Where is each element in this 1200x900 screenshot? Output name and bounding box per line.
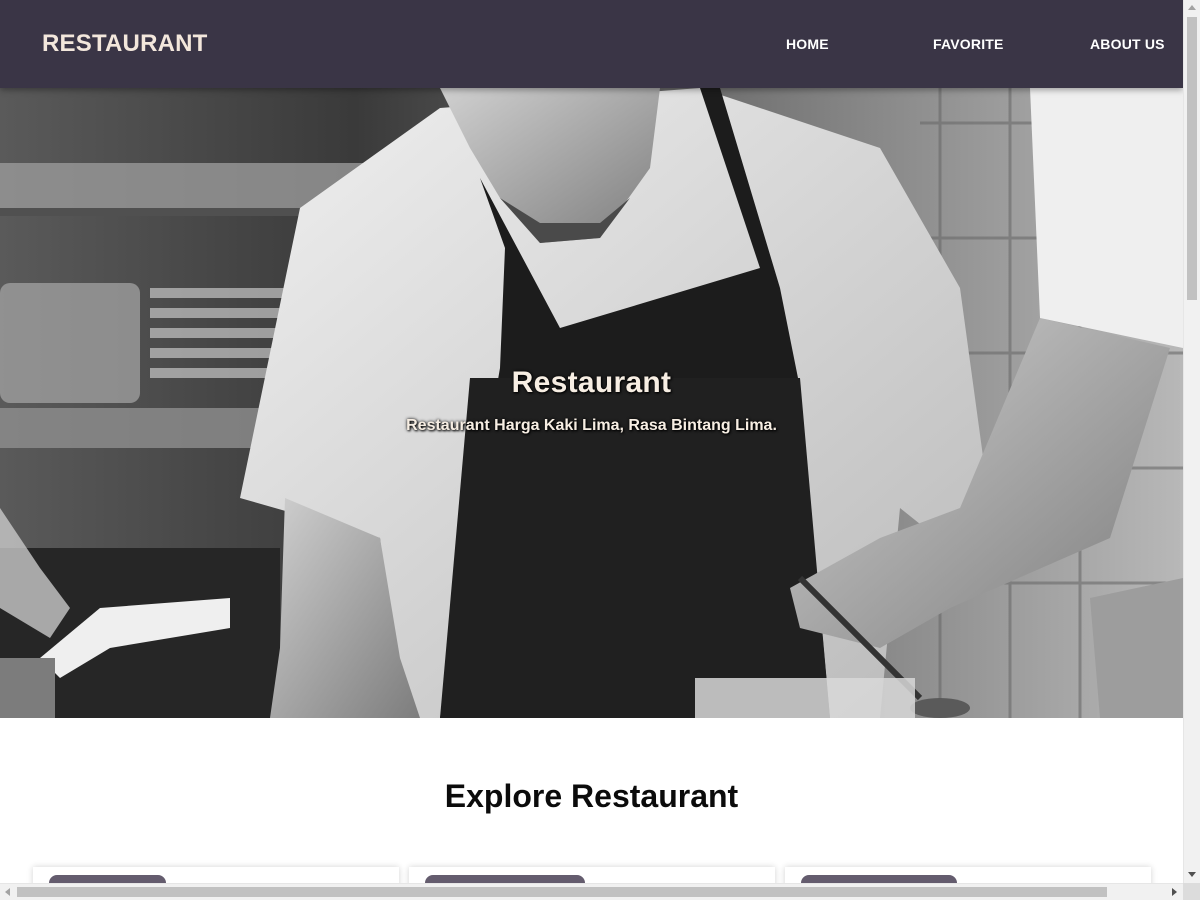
vertical-scrollbar[interactable]	[1183, 0, 1200, 883]
nav-home-link[interactable]: HOME	[786, 36, 829, 52]
page-viewport: RESTAURANT HOME FAVORITE ABOUT US Restau…	[0, 0, 1183, 883]
restaurant-card[interactable]	[33, 867, 399, 883]
card-badge	[49, 875, 166, 883]
main-nav: HOME FAVORITE ABOUT US	[0, 36, 1183, 56]
scrollbar-corner	[1183, 883, 1200, 900]
scroll-up-arrow-icon[interactable]	[1188, 5, 1196, 10]
restaurant-card[interactable]	[785, 867, 1151, 883]
restaurant-card[interactable]	[409, 867, 775, 883]
vertical-scroll-thumb[interactable]	[1187, 17, 1197, 300]
nav-favorite-link[interactable]: FAVORITE	[933, 36, 1004, 52]
nav-about-us-link[interactable]: ABOUT US	[1090, 36, 1165, 52]
app-bar: RESTAURANT HOME FAVORITE ABOUT US	[0, 0, 1183, 88]
card-badge	[801, 875, 957, 883]
scroll-left-arrow-icon[interactable]	[5, 888, 10, 896]
card-badge	[425, 875, 585, 883]
scroll-down-arrow-icon[interactable]	[1188, 872, 1196, 877]
horizontal-scrollbar[interactable]	[0, 883, 1183, 900]
hero-text: Restaurant Restaurant Harga Kaki Lima, R…	[0, 366, 1183, 435]
explore-title: Explore Restaurant	[444, 778, 739, 814]
scroll-right-arrow-icon[interactable]	[1172, 888, 1177, 896]
hero-title: Restaurant	[511, 366, 672, 399]
hero-tagline: Restaurant Harga Kaki Lima, Rasa Bintang…	[406, 417, 777, 434]
horizontal-scroll-thumb[interactable]	[17, 887, 1107, 897]
hero-section: Restaurant Restaurant Harga Kaki Lima, R…	[0, 88, 1183, 718]
